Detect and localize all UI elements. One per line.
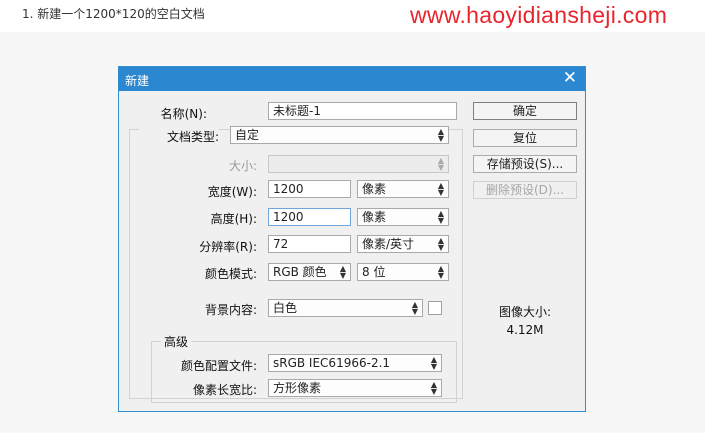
bitdepth-value: 8 位	[362, 265, 386, 279]
name-label: 名称(N):	[160, 107, 207, 121]
width-unit-select[interactable]: 像素 ▲ ▼	[357, 180, 449, 198]
pixel-aspect-value: 方形像素	[273, 381, 322, 395]
height-label: 高度(H):	[210, 212, 257, 226]
updown-arrow-icon: ▲ ▼	[430, 355, 438, 371]
updown-arrow-icon: ▲ ▼	[437, 127, 445, 143]
width-unit-value: 像素	[362, 182, 387, 196]
updown-arrow-icon: ▲ ▼	[437, 181, 445, 197]
dialog-titlebar: 新建 ✕	[119, 67, 585, 91]
close-icon[interactable]: ✕	[563, 69, 577, 87]
caption-text: 1. 新建一个1200*120的空白文档	[22, 7, 205, 21]
background-value: 白色	[273, 301, 298, 315]
width-input[interactable]: 1200	[268, 180, 351, 198]
doctype-select[interactable]: 自定 ▲ ▼	[230, 126, 449, 144]
dialog-title: 新建	[125, 74, 150, 88]
updown-arrow-icon: ▲ ▼	[437, 264, 445, 280]
doctype-label: 文档类型:	[139, 128, 219, 145]
resolution-unit-select[interactable]: 像素/英寸 ▲ ▼	[357, 235, 449, 253]
updown-arrow-icon: ▲ ▼	[411, 300, 419, 316]
updown-arrow-icon: ▲ ▼	[437, 156, 445, 172]
height-input[interactable]: 1200	[268, 208, 351, 226]
colormode-value: RGB 颜色	[273, 265, 327, 279]
width-label: 宽度(W):	[207, 185, 257, 199]
doctype-value: 自定	[235, 128, 260, 142]
updown-arrow-icon: ▲ ▼	[437, 236, 445, 252]
colormode-label: 颜色模式:	[204, 267, 257, 281]
ok-button[interactable]: 确定	[473, 102, 577, 120]
background-label: 背景内容:	[204, 303, 257, 317]
watermark-url: www.haoyidiansheji.com	[410, 2, 668, 28]
colormode-select[interactable]: RGB 颜色 ▲ ▼	[268, 263, 351, 281]
save-preset-button[interactable]: 存储预设(S)...	[473, 155, 577, 173]
image-size-value: 4.12M	[506, 323, 544, 337]
height-unit-value: 像素	[362, 210, 387, 224]
updown-arrow-icon: ▲ ▼	[430, 380, 438, 396]
height-unit-select[interactable]: 像素 ▲ ▼	[357, 208, 449, 226]
background-select[interactable]: 白色 ▲ ▼	[268, 299, 423, 317]
resolution-unit-value: 像素/英寸	[362, 237, 415, 251]
bitdepth-select[interactable]: 8 位 ▲ ▼	[357, 263, 449, 281]
size-select[interactable]: ▲ ▼	[268, 155, 449, 173]
image-size-label: 图像大小:	[498, 305, 552, 319]
advanced-label: 高级	[161, 333, 192, 350]
pixel-aspect-label: 像素长宽比:	[192, 383, 257, 397]
reset-button[interactable]: 复位	[473, 129, 577, 147]
resolution-label: 分辨率(R):	[199, 240, 257, 254]
updown-arrow-icon: ▲ ▼	[339, 264, 347, 280]
name-input[interactable]: 未标题-1	[268, 102, 457, 120]
color-profile-select[interactable]: sRGB IEC61966-2.1 ▲ ▼	[268, 354, 442, 372]
background-color-swatch[interactable]	[428, 301, 442, 315]
color-profile-label: 颜色配置文件:	[180, 359, 257, 373]
delete-preset-button[interactable]: 删除预设(D)...	[473, 181, 577, 199]
color-profile-value: sRGB IEC61966-2.1	[273, 356, 391, 370]
pixel-aspect-select[interactable]: 方形像素 ▲ ▼	[268, 379, 442, 397]
new-document-dialog: 新建 ✕ 名称(N): 未标题-1 文档类型: 自定 ▲ ▼ 大小: ▲ ▼ 宽度(…	[118, 66, 586, 412]
updown-arrow-icon: ▲ ▼	[437, 209, 445, 225]
size-label: 大小:	[228, 159, 257, 173]
resolution-input[interactable]: 72	[268, 235, 351, 253]
